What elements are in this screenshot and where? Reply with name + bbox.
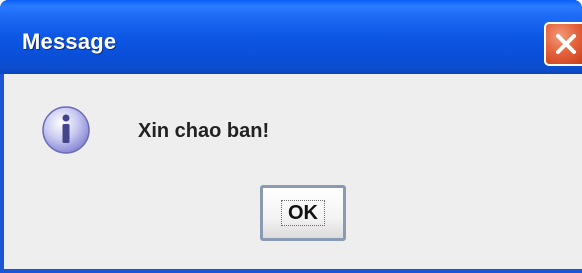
close-button[interactable] [544, 22, 582, 66]
window-border [0, 269, 582, 273]
close-icon [556, 34, 576, 54]
title-bar[interactable]: Message [0, 0, 582, 74]
info-icon [40, 104, 92, 156]
ok-label: OK [288, 202, 318, 224]
message-dialog: Message Xin chao ban! OK [0, 0, 582, 273]
message-text: Xin chao ban! [138, 120, 270, 142]
dialog-title: Message [22, 29, 117, 54]
dialog-content: Xin chao ban! OK [4, 74, 582, 269]
ok-button[interactable]: OK [260, 185, 346, 241]
